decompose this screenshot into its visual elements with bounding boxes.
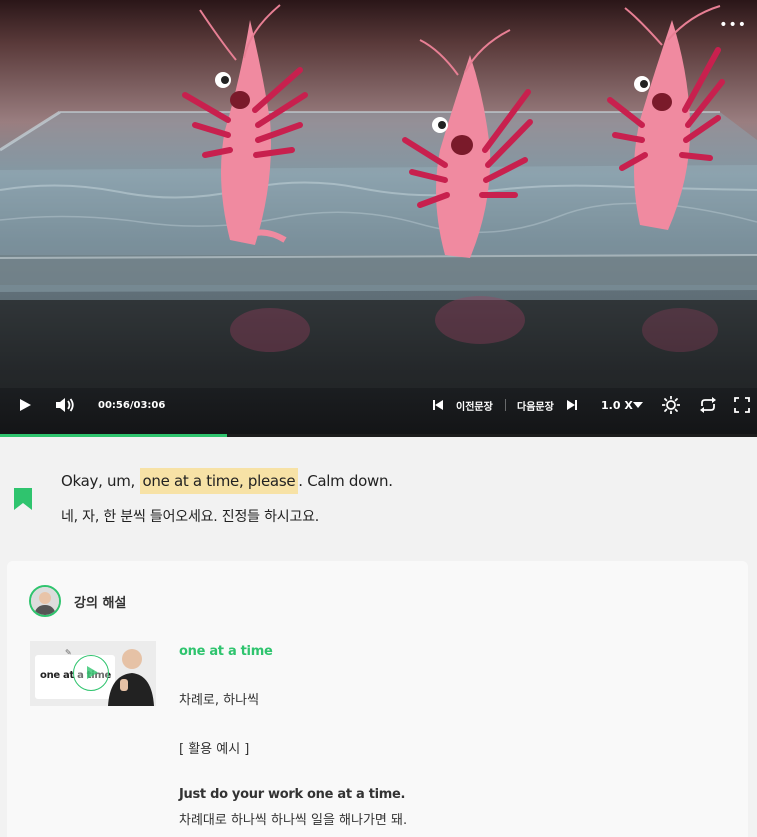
divider — [505, 399, 506, 411]
thumbnail-logo-icon: ✎ — [65, 648, 72, 657]
lecture-explanation-card: 강의 해설 ✎ one at a time one at a time 차례로,… — [7, 561, 748, 837]
example-korean: 차례대로 하나씩 하나씩 일을 해나가면 돼. — [179, 813, 408, 828]
progress-bar[interactable] — [0, 434, 757, 437]
sentence-english-before: Okay, um, — [61, 472, 140, 490]
caret-down-icon[interactable] — [633, 388, 643, 422]
avatar — [29, 585, 61, 617]
play-icon[interactable] — [18, 388, 32, 422]
player-controls: 00:56/03:06 이전문장 다음문장 1.0 X — [0, 388, 757, 422]
next-sentence-icon[interactable] — [567, 388, 577, 422]
video-frame-shrimp — [0, 4, 757, 388]
bookmark-icon[interactable] — [14, 488, 32, 514]
duration: 03:06 — [133, 399, 166, 411]
sentence-english: Okay, um, one at a time, please. Calm do… — [61, 467, 393, 495]
expression-term: one at a time — [179, 644, 273, 659]
loop-icon[interactable] — [699, 388, 717, 422]
video-player[interactable]: ••• 00:56/03:06 이전문장 다음문장 1.0 X — [0, 0, 757, 437]
highlighted-expression[interactable]: one at a time, please — [139, 468, 299, 494]
volume-icon[interactable] — [55, 388, 75, 422]
play-overlay-icon[interactable] — [73, 655, 109, 691]
sentence-english-after: . Calm down. — [298, 472, 393, 490]
card-title: 강의 해설 — [74, 596, 127, 611]
more-icon[interactable]: ••• — [719, 18, 747, 32]
sentence-korean: 네, 자, 한 분씩 들어오세요. 진정들 하시고요. — [61, 509, 320, 525]
lecture-video-thumbnail[interactable]: ✎ one at a time — [30, 641, 156, 706]
expression-meaning: 차례로, 하나씩 — [179, 693, 260, 708]
example-english: Just do your work one at a time. — [179, 787, 406, 802]
brightness-icon[interactable] — [662, 388, 680, 422]
prev-sentence-icon[interactable] — [433, 388, 443, 422]
instructor-image — [108, 649, 154, 706]
playback-speed-button[interactable]: 1.0 X — [601, 388, 633, 422]
time-display: 00:56/03:06 — [98, 388, 165, 422]
example-heading: [ 활용 예시 ] — [179, 742, 250, 757]
fullscreen-icon[interactable] — [734, 388, 750, 422]
prev-sentence-button[interactable]: 이전문장 — [456, 388, 493, 422]
current-time: 00:56 — [98, 399, 130, 411]
next-sentence-button[interactable]: 다음문장 — [517, 388, 554, 422]
progress-fill — [0, 434, 228, 437]
